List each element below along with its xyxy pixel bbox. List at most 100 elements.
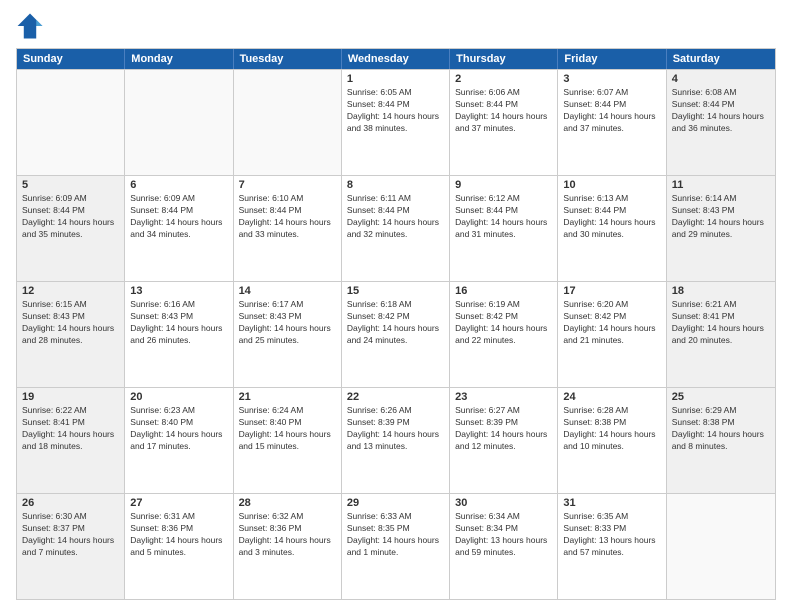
- calendar-cell-14: 14 Sunrise: 6:17 AMSunset: 8:43 PMDayligh…: [234, 282, 342, 387]
- page: SundayMondayTuesdayWednesdayThursdayFrid…: [0, 0, 792, 612]
- cell-info: Sunrise: 6:10 AMSunset: 8:44 PMDaylight:…: [239, 193, 336, 241]
- day-number: 5: [22, 179, 119, 191]
- day-number: 15: [347, 285, 444, 297]
- day-number: 25: [672, 391, 770, 403]
- calendar-cell-empty: [17, 70, 125, 175]
- header-day-friday: Friday: [558, 49, 666, 69]
- cell-info: Sunrise: 6:35 AMSunset: 8:33 PMDaylight:…: [563, 511, 660, 559]
- calendar-cell-30: 30 Sunrise: 6:34 AMSunset: 8:34 PMDayligh…: [450, 494, 558, 599]
- calendar-row-4: 26Sunrise: 6:30 AMSunset: 8:37 PMDayligh…: [17, 493, 775, 599]
- calendar-cell-16: 16Sunrise: 6:19 AMSunset: 8:42 PMDayligh…: [450, 282, 558, 387]
- cell-info: Sunrise: 6:27 AMSunset: 8:39 PMDaylight:…: [455, 405, 552, 453]
- header-day-tuesday: Tuesday: [234, 49, 342, 69]
- day-number: 27: [130, 497, 227, 509]
- calendar-cell-22: 22 Sunrise: 6:26 AMSunset: 8:39 PMDayligh…: [342, 388, 450, 493]
- day-number: 11: [672, 179, 770, 191]
- cell-info: Sunrise: 6:30 AMSunset: 8:37 PMDaylight:…: [22, 511, 119, 559]
- logo: [16, 12, 48, 40]
- calendar-cell-11: 11 Sunrise: 6:14 AMSunset: 8:43 PMDayligh…: [667, 176, 775, 281]
- day-number: 28: [239, 497, 336, 509]
- calendar-cell-27: 27 Sunrise: 6:31 AMSunset: 8:36 PMDayligh…: [125, 494, 233, 599]
- calendar-cell-12: 12Sunrise: 6:15 AMSunset: 8:43 PMDayligh…: [17, 282, 125, 387]
- cell-info: Sunrise: 6:33 AMSunset: 8:35 PMDaylight:…: [347, 511, 444, 559]
- day-number: 3: [563, 73, 660, 85]
- calendar-cell-empty: [125, 70, 233, 175]
- calendar-row-2: 12Sunrise: 6:15 AMSunset: 8:43 PMDayligh…: [17, 281, 775, 387]
- cell-info: Sunrise: 6:28 AMSunset: 8:38 PMDaylight:…: [563, 405, 660, 453]
- cell-info: Sunrise: 6:31 AMSunset: 8:36 PMDaylight:…: [130, 511, 227, 559]
- cell-info: Sunrise: 6:34 AMSunset: 8:34 PMDaylight:…: [455, 511, 552, 559]
- cell-info: Sunrise: 6:07 AMSunset: 8:44 PMDaylight:…: [563, 87, 660, 135]
- day-number: 31: [563, 497, 660, 509]
- calendar-cell-25: 25Sunrise: 6:29 AMSunset: 8:38 PMDayligh…: [667, 388, 775, 493]
- calendar-cell-10: 10 Sunrise: 6:13 AMSunset: 8:44 PMDayligh…: [558, 176, 666, 281]
- day-number: 14: [239, 285, 336, 297]
- day-number: 22: [347, 391, 444, 403]
- calendar-cell-empty: [667, 494, 775, 599]
- calendar-cell-26: 26Sunrise: 6:30 AMSunset: 8:37 PMDayligh…: [17, 494, 125, 599]
- calendar-cell-15: 15 Sunrise: 6:18 AMSunset: 8:42 PMDayligh…: [342, 282, 450, 387]
- cell-info: Sunrise: 6:13 AMSunset: 8:44 PMDaylight:…: [563, 193, 660, 241]
- calendar-body: 1 Sunrise: 6:05 AMSunset: 8:44 PMDaylight…: [17, 69, 775, 599]
- day-number: 13: [130, 285, 227, 297]
- cell-info: Sunrise: 6:06 AMSunset: 8:44 PMDaylight:…: [455, 87, 552, 135]
- day-number: 24: [563, 391, 660, 403]
- cell-info: Sunrise: 6:21 AMSunset: 8:41 PMDaylight:…: [672, 299, 770, 347]
- calendar-row-1: 5 Sunrise: 6:09 AMSunset: 8:44 PMDaylight…: [17, 175, 775, 281]
- calendar-cell-17: 17 Sunrise: 6:20 AMSunset: 8:42 PMDayligh…: [558, 282, 666, 387]
- cell-info: Sunrise: 6:22 AMSunset: 8:41 PMDaylight:…: [22, 405, 119, 453]
- cell-info: Sunrise: 6:05 AMSunset: 8:44 PMDaylight:…: [347, 87, 444, 135]
- cell-info: Sunrise: 6:15 AMSunset: 8:43 PMDaylight:…: [22, 299, 119, 347]
- calendar-header: SundayMondayTuesdayWednesdayThursdayFrid…: [17, 49, 775, 69]
- calendar-cell-19: 19 Sunrise: 6:22 AMSunset: 8:41 PMDayligh…: [17, 388, 125, 493]
- cell-info: Sunrise: 6:11 AMSunset: 8:44 PMDaylight:…: [347, 193, 444, 241]
- cell-info: Sunrise: 6:32 AMSunset: 8:36 PMDaylight:…: [239, 511, 336, 559]
- day-number: 16: [455, 285, 552, 297]
- day-number: 1: [347, 73, 444, 85]
- day-number: 8: [347, 179, 444, 191]
- cell-info: Sunrise: 6:09 AMSunset: 8:44 PMDaylight:…: [130, 193, 227, 241]
- day-number: 2: [455, 73, 552, 85]
- day-number: 19: [22, 391, 119, 403]
- calendar-cell-7: 7 Sunrise: 6:10 AMSunset: 8:44 PMDaylight…: [234, 176, 342, 281]
- calendar-cell-21: 21 Sunrise: 6:24 AMSunset: 8:40 PMDayligh…: [234, 388, 342, 493]
- cell-info: Sunrise: 6:12 AMSunset: 8:44 PMDaylight:…: [455, 193, 552, 241]
- day-number: 20: [130, 391, 227, 403]
- calendar-cell-2: 2 Sunrise: 6:06 AMSunset: 8:44 PMDaylight…: [450, 70, 558, 175]
- header-day-thursday: Thursday: [450, 49, 558, 69]
- day-number: 21: [239, 391, 336, 403]
- cell-info: Sunrise: 6:09 AMSunset: 8:44 PMDaylight:…: [22, 193, 119, 241]
- day-number: 30: [455, 497, 552, 509]
- calendar-cell-4: 4 Sunrise: 6:08 AMSunset: 8:44 PMDaylight…: [667, 70, 775, 175]
- day-number: 29: [347, 497, 444, 509]
- calendar-cell-24: 24 Sunrise: 6:28 AMSunset: 8:38 PMDayligh…: [558, 388, 666, 493]
- day-number: 18: [672, 285, 770, 297]
- calendar-cell-8: 8 Sunrise: 6:11 AMSunset: 8:44 PMDaylight…: [342, 176, 450, 281]
- day-number: 17: [563, 285, 660, 297]
- day-number: 7: [239, 179, 336, 191]
- cell-info: Sunrise: 6:23 AMSunset: 8:40 PMDaylight:…: [130, 405, 227, 453]
- cell-info: Sunrise: 6:20 AMSunset: 8:42 PMDaylight:…: [563, 299, 660, 347]
- header: [16, 12, 776, 40]
- calendar: SundayMondayTuesdayWednesdayThursdayFrid…: [16, 48, 776, 600]
- cell-info: Sunrise: 6:14 AMSunset: 8:43 PMDaylight:…: [672, 193, 770, 241]
- cell-info: Sunrise: 6:16 AMSunset: 8:43 PMDaylight:…: [130, 299, 227, 347]
- day-number: 4: [672, 73, 770, 85]
- cell-info: Sunrise: 6:17 AMSunset: 8:43 PMDaylight:…: [239, 299, 336, 347]
- calendar-cell-13: 13 Sunrise: 6:16 AMSunset: 8:43 PMDayligh…: [125, 282, 233, 387]
- calendar-cell-empty: [234, 70, 342, 175]
- cell-info: Sunrise: 6:18 AMSunset: 8:42 PMDaylight:…: [347, 299, 444, 347]
- day-number: 23: [455, 391, 552, 403]
- calendar-cell-29: 29 Sunrise: 6:33 AMSunset: 8:35 PMDayligh…: [342, 494, 450, 599]
- cell-info: Sunrise: 6:26 AMSunset: 8:39 PMDaylight:…: [347, 405, 444, 453]
- calendar-cell-28: 28 Sunrise: 6:32 AMSunset: 8:36 PMDayligh…: [234, 494, 342, 599]
- day-number: 10: [563, 179, 660, 191]
- calendar-cell-31: 31 Sunrise: 6:35 AMSunset: 8:33 PMDayligh…: [558, 494, 666, 599]
- cell-info: Sunrise: 6:24 AMSunset: 8:40 PMDaylight:…: [239, 405, 336, 453]
- header-day-wednesday: Wednesday: [342, 49, 450, 69]
- calendar-cell-3: 3 Sunrise: 6:07 AMSunset: 8:44 PMDaylight…: [558, 70, 666, 175]
- cell-info: Sunrise: 6:08 AMSunset: 8:44 PMDaylight:…: [672, 87, 770, 135]
- header-day-monday: Monday: [125, 49, 233, 69]
- calendar-cell-23: 23 Sunrise: 6:27 AMSunset: 8:39 PMDayligh…: [450, 388, 558, 493]
- calendar-cell-6: 6Sunrise: 6:09 AMSunset: 8:44 PMDaylight…: [125, 176, 233, 281]
